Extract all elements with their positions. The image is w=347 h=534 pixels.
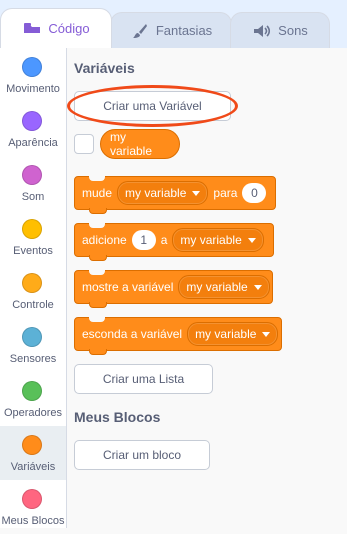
editor-tab-bar: Código Fantasias Sons: [0, 0, 347, 48]
category-control[interactable]: Controle: [0, 264, 66, 318]
dropdown-arrow-icon: [192, 190, 201, 196]
create-variable-button[interactable]: Criar uma Variável: [74, 91, 231, 121]
block-label: esconda a variável: [82, 327, 183, 341]
value-input[interactable]: 0: [242, 183, 267, 203]
variables-color-dot: [22, 435, 42, 455]
dropdown-value: my variable: [195, 327, 257, 341]
code-icon: [22, 21, 42, 37]
create-list-button[interactable]: Criar uma Lista: [74, 364, 213, 394]
my-blocks-heading: Meus Blocos: [74, 409, 161, 425]
variable-dropdown[interactable]: my variable: [172, 228, 264, 252]
variable-dropdown[interactable]: my variable: [178, 275, 270, 299]
hide-variable-block[interactable]: esconda a variável my variable: [74, 317, 282, 355]
variables-heading: Variáveis: [74, 60, 135, 76]
tab-code[interactable]: Código: [0, 8, 112, 48]
block-label: para: [213, 186, 238, 200]
tab-costumes-label: Fantasias: [155, 23, 213, 38]
sound-color-dot: [22, 165, 42, 185]
block-palette: Variáveis Criar uma Variável my variable…: [67, 48, 347, 528]
category-looks[interactable]: Aparência: [0, 102, 66, 156]
tab-sounds-label: Sons: [278, 23, 308, 38]
motion-color-dot: [22, 57, 42, 77]
operators-color-dot: [22, 381, 42, 401]
variable-reporter[interactable]: my variable: [100, 129, 180, 159]
tab-costumes[interactable]: Fantasias: [110, 12, 232, 48]
change-variable-block[interactable]: adicione 1 a my variable: [74, 223, 274, 261]
block-label: adicione: [82, 233, 127, 247]
tab-code-label: Código: [48, 21, 90, 36]
dropdown-value: my variable: [180, 233, 242, 247]
category-events[interactable]: Eventos: [0, 210, 66, 264]
value-input[interactable]: 1: [131, 230, 156, 250]
category-label: Controle: [12, 299, 54, 311]
category-label: Variáveis: [10, 461, 56, 473]
category-my-blocks[interactable]: Meus Blocos: [0, 480, 66, 534]
sensing-color-dot: [22, 327, 42, 347]
show-variable-block[interactable]: mostre a variável my variable: [74, 270, 273, 308]
dropdown-arrow-icon: [247, 237, 256, 243]
category-label: Som: [21, 191, 45, 203]
variable-dropdown[interactable]: my variable: [117, 181, 209, 205]
events-color-dot: [22, 219, 42, 239]
category-menu: Movimento Aparência Som Eventos Controle…: [0, 48, 67, 528]
category-label: Operadores: [3, 407, 63, 419]
tab-sounds[interactable]: Sons: [230, 12, 330, 48]
dropdown-value: my variable: [186, 280, 248, 294]
variable-dropdown[interactable]: my variable: [187, 322, 279, 346]
category-label: Eventos: [13, 245, 53, 257]
set-variable-block[interactable]: mude my variable para 0: [74, 176, 276, 214]
category-sound[interactable]: Som: [0, 156, 66, 210]
dropdown-value: my variable: [125, 186, 187, 200]
brush-icon: [130, 23, 150, 39]
category-label: Meus Blocos: [1, 515, 65, 527]
speaker-icon: [252, 23, 272, 39]
looks-color-dot: [22, 111, 42, 131]
category-variables[interactable]: Variáveis: [0, 426, 66, 480]
category-motion[interactable]: Movimento: [0, 48, 66, 102]
category-sensing[interactable]: Sensores: [0, 318, 66, 372]
category-operators[interactable]: Operadores: [0, 372, 66, 426]
block-label: mude: [82, 186, 113, 200]
control-color-dot: [22, 273, 42, 293]
dropdown-arrow-icon: [253, 284, 262, 290]
category-label: Movimento: [6, 83, 60, 95]
dropdown-arrow-icon: [262, 331, 271, 337]
category-label: Aparência: [8, 137, 58, 149]
block-label: mostre a variável: [82, 280, 174, 294]
block-label: a: [160, 233, 168, 247]
create-block-button[interactable]: Criar um bloco: [74, 440, 210, 470]
variable-monitor-checkbox[interactable]: [74, 134, 94, 154]
my-blocks-color-dot: [22, 489, 42, 509]
category-label: Sensores: [9, 353, 57, 365]
